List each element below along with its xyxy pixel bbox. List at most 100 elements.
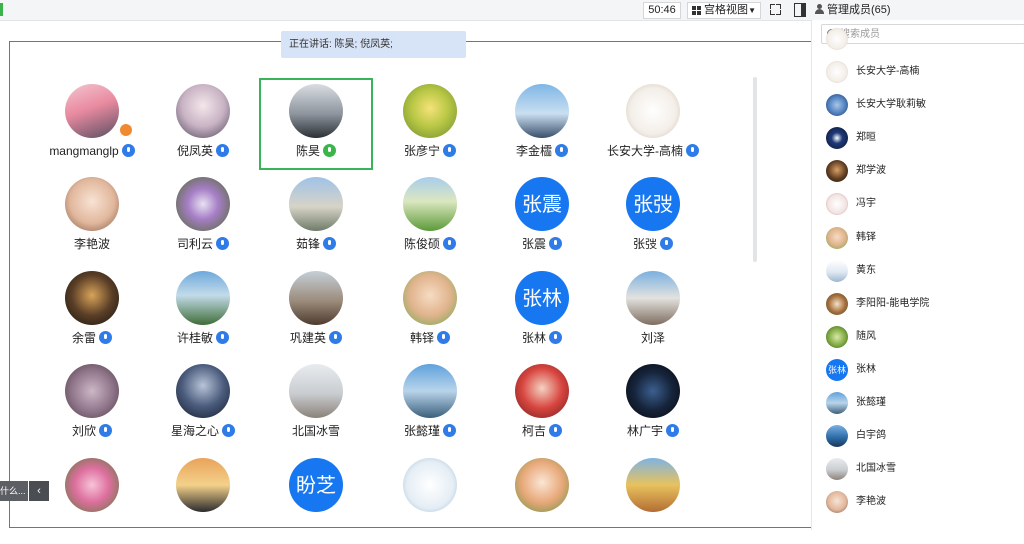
mic-icon <box>660 237 673 250</box>
speaking-indicator: 正在讲话: 陈昊; 倪凤英; <box>281 31 466 58</box>
participant-tile[interactable]: 倪凤英 <box>146 78 260 170</box>
participant-name: 刘泽 <box>640 331 665 345</box>
participant-tile[interactable]: 张彦宁 <box>373 78 487 170</box>
member-list-item[interactable]: 韩铎 <box>812 223 1024 253</box>
avatar <box>826 94 848 117</box>
mic-icon <box>443 144 456 157</box>
participant-tile[interactable]: 李艳波 <box>35 171 149 263</box>
member-list-item[interactable]: 冯宇 <box>812 189 1024 219</box>
member-list-item[interactable]: 黄东 <box>812 256 1024 286</box>
avatar <box>626 364 680 418</box>
avatar <box>826 61 848 83</box>
member-list-item[interactable]: 郑晅 <box>812 123 1024 153</box>
participant-name-row: 刘欣 <box>35 424 149 438</box>
participant-name: 张弢 <box>632 237 657 251</box>
mic-icon <box>437 331 450 344</box>
mic-icon <box>222 424 235 437</box>
participant-tile[interactable]: mangmanglp <box>35 78 149 170</box>
participant-tile[interactable]: 张林 张林 <box>485 265 599 357</box>
mic-icon <box>555 144 568 157</box>
participant-tile[interactable] <box>373 452 487 544</box>
member-name: 李阳阳-能电学院 <box>856 297 930 309</box>
participant-tile[interactable]: 司利云 <box>146 171 260 263</box>
participant-tile[interactable]: 刘泽 <box>596 265 710 357</box>
avatar <box>289 84 343 138</box>
avatar <box>826 259 848 282</box>
member-list-item[interactable]: 郑学波 <box>812 156 1024 186</box>
participant-tile[interactable] <box>146 452 260 544</box>
member-list-item[interactable]: 长安大学耿莉敏 <box>812 90 1024 120</box>
member-list-item[interactable]: 长安大学-高楠 <box>812 57 1024 87</box>
avatar <box>403 271 457 325</box>
participant-name: 陈俊硕 <box>403 237 440 251</box>
participant-tile[interactable]: 盼芝 <box>259 452 373 544</box>
member-name: 黄东 <box>856 264 876 276</box>
chevron-left-icon[interactable]: ‹ <box>29 481 49 501</box>
participant-name-row: 许桂敏 <box>146 331 260 345</box>
participant-tile[interactable]: 星海之心 <box>146 358 260 450</box>
member-name: 李艳波 <box>856 496 886 508</box>
member-list-item[interactable] <box>812 24 1024 54</box>
participant-name-row: 长安大学-高楠 <box>596 144 710 158</box>
avatar-text: 张震 <box>515 177 569 231</box>
participant-tile[interactable] <box>35 452 149 544</box>
participant-tile[interactable]: 林广宇 <box>596 358 710 450</box>
mic-icon <box>549 237 562 250</box>
participant-tile[interactable] <box>485 452 599 544</box>
participant-name-row: 张震 <box>485 237 599 251</box>
meeting-timer: 50:46 <box>643 2 681 19</box>
participant-name: 李艳波 <box>73 237 110 251</box>
participant-tile[interactable]: 许桂敏 <box>146 265 260 357</box>
host-badge-icon <box>120 124 132 136</box>
member-list-item[interactable]: 张林 张林 <box>812 355 1024 385</box>
participant-tile[interactable]: 茹锋 <box>259 171 373 263</box>
member-list-item[interactable]: 白宇鸽 <box>812 421 1024 451</box>
side-collapse-tab[interactable]: 什么... ‹ <box>0 481 50 501</box>
participant-tile[interactable]: 李金櫺 <box>485 78 599 170</box>
participant-name: 张懿瑾 <box>403 424 440 438</box>
manage-members-button[interactable]: 管理成员(65) <box>815 3 891 17</box>
participant-tile[interactable]: 张震 张震 <box>485 171 599 263</box>
participant-tile[interactable]: 北国冰雪 <box>259 358 373 450</box>
chevron-down-icon: ▼ <box>748 6 756 15</box>
participant-tile[interactable] <box>596 452 710 544</box>
participant-tile[interactable]: 余雷 <box>35 265 149 357</box>
avatar <box>176 364 230 418</box>
participant-tile[interactable]: 张弢 张弢 <box>596 171 710 263</box>
participant-name: 林广宇 <box>626 424 663 438</box>
person-icon <box>815 4 824 14</box>
toggle-sidebar-icon[interactable] <box>794 3 806 17</box>
avatar-text: 张林 <box>515 271 569 325</box>
participant-tile[interactable]: 陈俊硕 <box>373 171 487 263</box>
participant-tile[interactable]: 巩建英 <box>259 265 373 357</box>
mic-icon <box>666 424 679 437</box>
avatar <box>626 458 680 512</box>
mic-icon <box>216 144 229 157</box>
member-list-item[interactable]: 北国冰雪 <box>812 454 1024 484</box>
avatar <box>515 364 569 418</box>
participant-name-row: 倪凤英 <box>146 144 260 158</box>
member-list-item[interactable]: 李阳阳-能电学院 <box>812 289 1024 319</box>
member-list-item[interactable]: 张懿瑾 <box>812 388 1024 418</box>
mic-speaking-icon <box>323 144 336 157</box>
participant-name: 韩铎 <box>409 331 434 345</box>
grid-scrollbar[interactable] <box>753 77 757 262</box>
view-mode-dropdown[interactable]: 宫格视图 ▼ <box>687 2 761 19</box>
avatar <box>626 84 680 138</box>
participant-tile[interactable]: 长安大学-高楠 <box>596 78 710 170</box>
participant-tile[interactable]: 张懿瑾 <box>373 358 487 450</box>
participant-name-row: 司利云 <box>146 237 260 251</box>
participant-name: 北国冰雪 <box>291 424 340 438</box>
participant-tile[interactable]: 陈昊 <box>259 78 373 170</box>
member-list-item[interactable]: 李艳波 <box>812 487 1024 517</box>
participant-tile[interactable]: 韩铎 <box>373 265 487 357</box>
participant-tile[interactable]: 刘欣 <box>35 358 149 450</box>
participant-name-row: 茹锋 <box>259 237 373 251</box>
avatar <box>626 271 680 325</box>
member-name: 白宇鸽 <box>856 430 886 442</box>
avatar <box>403 364 457 418</box>
member-list-item[interactable]: 随风 <box>812 322 1024 352</box>
fullscreen-icon[interactable] <box>770 4 781 15</box>
participant-tile[interactable]: 柯吉 <box>485 358 599 450</box>
avatar <box>65 177 119 231</box>
